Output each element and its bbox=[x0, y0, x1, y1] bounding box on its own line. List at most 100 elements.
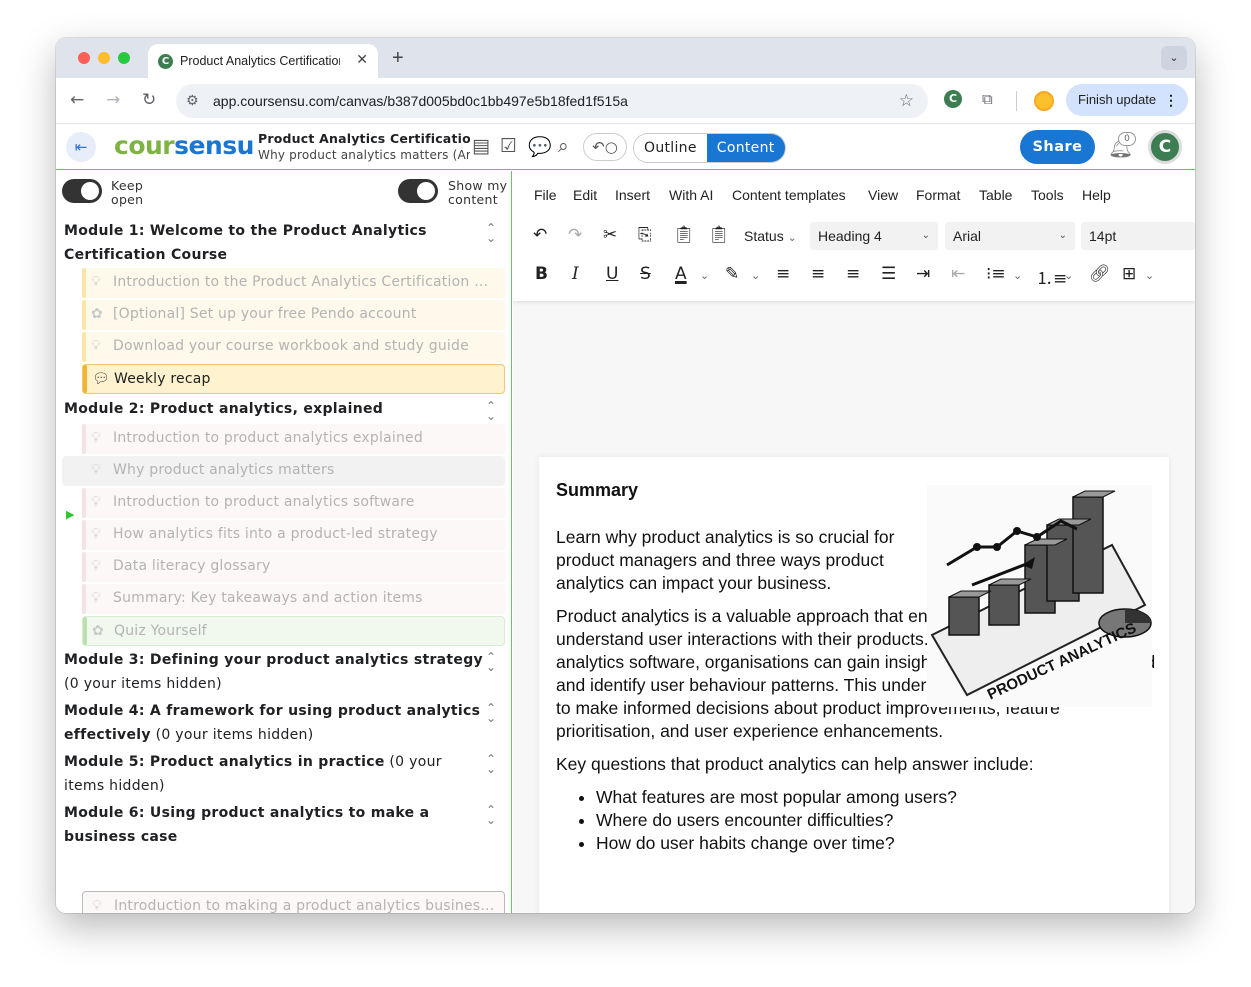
notes-icon[interactable]: ▤ bbox=[472, 135, 490, 157]
menu-view[interactable]: View bbox=[868, 187, 898, 203]
close-window-button[interactable] bbox=[78, 52, 90, 64]
list-item-quiz[interactable]: ✿ Quiz Yourself bbox=[82, 616, 505, 646]
bold-icon[interactable]: B bbox=[535, 264, 548, 284]
highlight-icon[interactable]: ✎ bbox=[725, 264, 739, 284]
maximize-window-button[interactable] bbox=[118, 52, 130, 64]
bullet-list-icon[interactable]: ⁝≡ bbox=[986, 264, 1006, 284]
list-item[interactable]: 💡︎ Summary: Key takeaways and action item… bbox=[82, 584, 505, 614]
address-bar[interactable]: ⚙ app.coursensu.com/canvas/b387d005bd0c1… bbox=[176, 84, 928, 118]
collapse-chevrons-icon[interactable]: ⌃ ⌄ bbox=[486, 400, 496, 422]
extension-coursensu-icon[interactable]: C bbox=[944, 90, 962, 108]
menu-edit[interactable]: Edit bbox=[573, 187, 597, 203]
font-size-input[interactable]: 14pt bbox=[1081, 222, 1195, 250]
align-left-icon[interactable]: ≡ bbox=[776, 264, 790, 284]
chevron-down-icon: ⌄ bbox=[787, 232, 797, 244]
close-icon[interactable]: ✕ bbox=[356, 52, 368, 68]
collapse-chevrons-icon[interactable]: ⌃ ⌄ bbox=[486, 222, 496, 244]
indent-icon[interactable]: ⇥ bbox=[916, 264, 930, 284]
text-color-icon[interactable]: A bbox=[675, 264, 687, 284]
paste-as-text-icon[interactable]: 📋︎ bbox=[708, 225, 730, 245]
align-center-icon[interactable]: ≡ bbox=[811, 264, 825, 284]
document-page[interactable]: Summary Learn why product analytics is s… bbox=[539, 457, 1169, 913]
chevron-down-icon[interactable]: ⌄ bbox=[700, 269, 709, 282]
menu-tools[interactable]: Tools bbox=[1031, 187, 1064, 203]
redo-icon[interactable]: ↷ bbox=[568, 225, 582, 245]
chevron-down-icon[interactable]: ⌄ bbox=[1145, 269, 1154, 282]
menu-content-templates[interactable]: Content templates bbox=[732, 187, 846, 203]
tab-search-chevron-icon[interactable]: ⌄ bbox=[1161, 46, 1187, 70]
list-item[interactable]: 💡︎ Data literacy glossary bbox=[82, 552, 505, 582]
status-dropdown[interactable]: Status ⌄ bbox=[744, 228, 797, 244]
list-item[interactable]: 💡︎ Introduction to the Product Analytics … bbox=[82, 268, 505, 298]
list-item[interactable]: 💡︎ How analytics fits into a product-led … bbox=[82, 520, 505, 550]
back-arrow-icon[interactable]: ← bbox=[70, 90, 84, 110]
collapse-chevrons-icon[interactable]: ⌃ ⌄ bbox=[486, 804, 496, 826]
menu-format[interactable]: Format bbox=[916, 187, 960, 203]
paste-icon[interactable]: 📋︎ bbox=[673, 225, 695, 245]
font-family-select[interactable]: Arial ⌄ bbox=[945, 222, 1075, 250]
expand-chevrons-icon[interactable]: ⌃ ⌄ bbox=[486, 651, 496, 673]
list-item[interactable]: ✿ [Optional] Set up your free Pendo accou… bbox=[82, 300, 505, 330]
bookmark-star-icon[interactable]: ☆ bbox=[899, 91, 914, 111]
tab-outline[interactable]: Outline bbox=[634, 134, 707, 162]
minimize-window-button[interactable] bbox=[98, 52, 110, 64]
search-icon[interactable]: ⌕ bbox=[558, 135, 569, 157]
view-mode-switch: Outline Content bbox=[633, 133, 786, 163]
table-icon[interactable]: ⊞ bbox=[1122, 264, 1136, 284]
copy-icon[interactable]: ⎘ bbox=[638, 225, 652, 245]
site-settings-icon[interactable]: ⚙ bbox=[186, 93, 199, 109]
module-header[interactable]: Module 2: Product analytics, explained bbox=[64, 397, 484, 421]
show-my-content-toggle[interactable] bbox=[398, 179, 438, 203]
collapse-sidebar-icon[interactable]: ⇤ bbox=[66, 132, 96, 162]
list-item[interactable]: 💡︎ Introduction to making a product analy… bbox=[82, 891, 505, 913]
url-text[interactable]: app.coursensu.com/canvas/b387d005bd0c1bb… bbox=[213, 93, 628, 109]
menu-insert[interactable]: Insert bbox=[615, 187, 650, 203]
menu-with-ai[interactable]: With AI bbox=[669, 187, 713, 203]
new-tab-button[interactable]: + bbox=[392, 47, 404, 70]
comments-icon[interactable]: 💬 bbox=[528, 135, 552, 158]
strikethrough-icon[interactable]: S bbox=[640, 264, 651, 284]
chevron-down-icon[interactable]: ⌄ bbox=[1064, 269, 1073, 282]
extensions-puzzle-icon[interactable]: ⧉ bbox=[982, 90, 993, 108]
module-header[interactable]: Module 1: Welcome to the Product Analyti… bbox=[64, 219, 484, 267]
chevron-down-icon[interactable]: ⌄ bbox=[751, 269, 760, 282]
browser-tab[interactable]: C Product Analytics Certification ✕ bbox=[148, 44, 378, 78]
reload-icon[interactable]: ↻ bbox=[142, 90, 156, 110]
user-avatar[interactable]: C bbox=[1148, 130, 1182, 164]
profile-avatar-icon[interactable] bbox=[1034, 91, 1054, 111]
numbered-list-icon[interactable]: ⒈≡ bbox=[1036, 264, 1067, 289]
menu-table[interactable]: Table bbox=[979, 187, 1012, 203]
forward-arrow-icon[interactable]: → bbox=[106, 90, 120, 110]
menu-help[interactable]: Help bbox=[1082, 187, 1111, 203]
finish-update-button[interactable]: Finish update ⋮ bbox=[1066, 84, 1188, 116]
module-header[interactable]: Module 5: Product analytics in practice … bbox=[64, 750, 484, 798]
tab-content[interactable]: Content bbox=[706, 134, 785, 162]
list-item[interactable]: 💡︎ Introduction to product analytics soft… bbox=[82, 488, 505, 518]
outdent-icon[interactable]: ⇤ bbox=[951, 264, 965, 284]
list-item-hovered[interactable]: 💡︎ Why product analytics matters bbox=[62, 456, 505, 486]
product-analytics-image[interactable]: PRODUCT ANALYTICS bbox=[927, 485, 1152, 707]
keep-open-toggle[interactable] bbox=[62, 179, 102, 203]
module-header[interactable]: Module 3: Defining your product analytic… bbox=[64, 648, 484, 696]
history-toggle[interactable]: ↶○ bbox=[583, 133, 627, 161]
checklist-icon[interactable]: ☑ bbox=[500, 135, 517, 157]
block-format-select[interactable]: Heading 4 ⌄ bbox=[810, 222, 938, 250]
lightbulb-icon: 💡︎ bbox=[91, 526, 101, 542]
module-header[interactable]: Module 6: Using product analytics to mak… bbox=[64, 801, 484, 849]
cut-icon[interactable]: ✂ bbox=[603, 225, 617, 245]
expand-chevrons-icon[interactable]: ⌃ ⌄ bbox=[486, 702, 496, 724]
link-icon[interactable]: 🔗︎ bbox=[1089, 264, 1111, 284]
list-item[interactable]: 💡︎ Download your course workbook and stud… bbox=[82, 332, 505, 362]
chevron-down-icon[interactable]: ⌄ bbox=[1013, 269, 1022, 282]
align-right-icon[interactable]: ≡ bbox=[846, 264, 860, 284]
italic-icon[interactable]: I bbox=[572, 264, 579, 284]
undo-icon[interactable]: ↶ bbox=[533, 225, 547, 245]
underline-icon[interactable]: U bbox=[606, 264, 618, 284]
module-header[interactable]: Module 4: A framework for using product … bbox=[64, 699, 484, 747]
list-item[interactable]: 💡︎ Introduction to product analytics expl… bbox=[82, 424, 505, 454]
align-justify-icon[interactable]: ☰ bbox=[881, 264, 896, 284]
expand-chevrons-icon[interactable]: ⌃ ⌄ bbox=[486, 753, 496, 775]
menu-file[interactable]: File bbox=[534, 187, 557, 203]
list-item-active[interactable]: 💬︎ Weekly recap bbox=[82, 364, 505, 394]
share-button[interactable]: Share bbox=[1020, 130, 1095, 164]
